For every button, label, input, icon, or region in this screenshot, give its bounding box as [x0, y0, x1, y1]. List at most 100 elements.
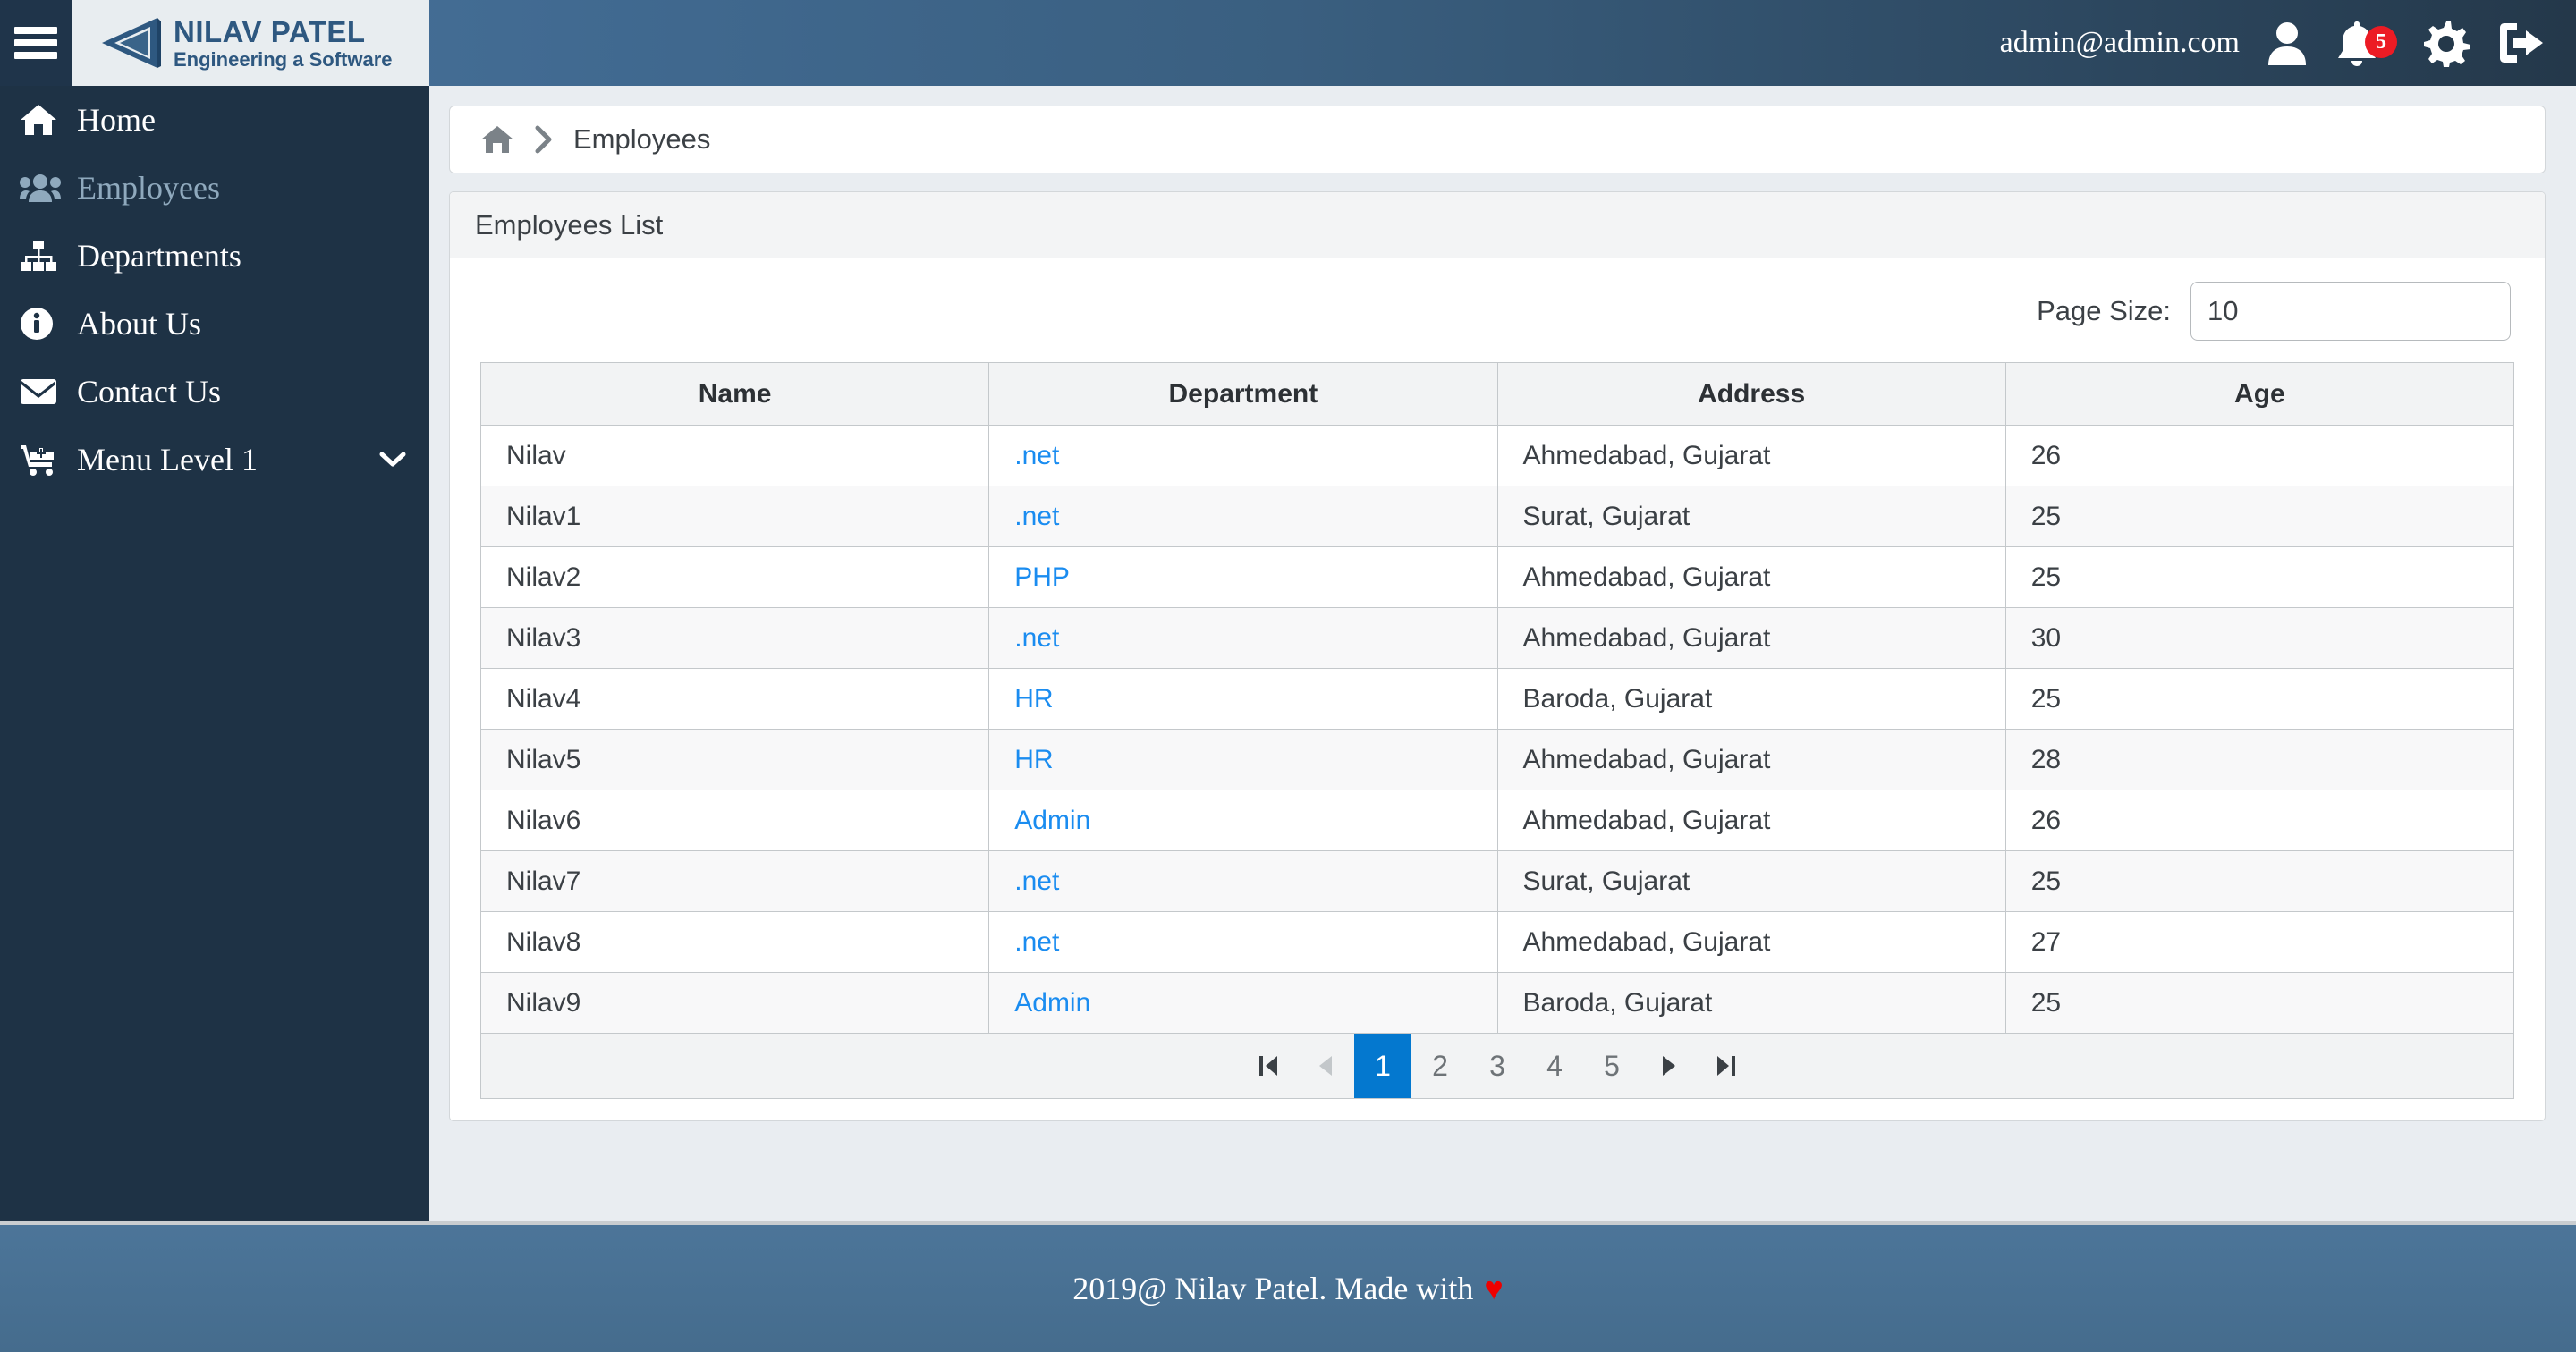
chevron-right-icon [534, 124, 554, 155]
sidebar-item-label: Menu Level 1 [66, 441, 258, 478]
page-size-input[interactable] [2190, 282, 2511, 341]
table-row[interactable]: Nilav9 Admin Baroda, Gujarat 25 [481, 973, 2514, 1034]
sidebar-item-label: Departments [66, 237, 242, 275]
page-title: Employees List [475, 209, 663, 241]
cell-department: .net [989, 426, 1497, 486]
top-bar-actions: admin@admin.com 5 [2000, 0, 2576, 86]
page-button-2[interactable]: 2 [1411, 1034, 1469, 1098]
cell-address: Surat, Gujarat [1497, 486, 2005, 547]
cell-age: 25 [2005, 669, 2513, 730]
gear-icon[interactable] [2422, 19, 2470, 67]
table-row[interactable]: Nilav8 .net Ahmedabad, Gujarat 27 [481, 912, 2514, 973]
last-page-icon[interactable] [1698, 1034, 1755, 1098]
cell-name: Nilav1 [481, 486, 989, 547]
department-link[interactable]: PHP [1014, 562, 1070, 592]
department-link[interactable]: HR [1014, 745, 1053, 774]
cell-department: .net [989, 608, 1497, 669]
sidebar-item-label: Contact Us [66, 373, 221, 410]
prev-page-icon[interactable] [1297, 1034, 1354, 1098]
breadcrumb: Employees [449, 106, 2546, 173]
page-size-control: Page Size: [480, 282, 2514, 341]
sidebar-item-about-us[interactable]: About Us [0, 290, 429, 358]
first-page-icon[interactable] [1240, 1034, 1297, 1098]
cell-age: 27 [2005, 912, 2513, 973]
table-row[interactable]: Nilav5 HR Ahmedabad, Gujarat 28 [481, 730, 2514, 790]
column-header-department[interactable]: Department [989, 363, 1497, 426]
cell-department: HR [989, 730, 1497, 790]
logout-icon[interactable] [2494, 19, 2546, 67]
cell-age: 25 [2005, 547, 2513, 608]
cell-age: 25 [2005, 973, 2513, 1034]
department-link[interactable]: HR [1014, 684, 1053, 714]
table-row[interactable]: Nilav7 .net Surat, Gujarat 25 [481, 851, 2514, 912]
cell-name: Nilav6 [481, 790, 989, 851]
sidebar-item-employees[interactable]: Employees [0, 154, 429, 222]
page-button-4[interactable]: 4 [1526, 1034, 1583, 1098]
cell-age: 26 [2005, 790, 2513, 851]
sidebar-item-departments[interactable]: Departments [0, 222, 429, 290]
cell-age: 30 [2005, 608, 2513, 669]
sitemap-icon [20, 240, 66, 272]
page-size-label: Page Size: [2037, 295, 2171, 327]
department-link[interactable]: .net [1014, 441, 1059, 470]
users-icon [20, 173, 66, 203]
table-footer-row: 1 2 3 4 5 [481, 1034, 2514, 1099]
cell-department: Admin [989, 790, 1497, 851]
department-link[interactable]: .net [1014, 866, 1059, 896]
next-page-icon[interactable] [1640, 1034, 1698, 1098]
sidebar-item-contact-us[interactable]: Contact Us [0, 358, 429, 426]
user-icon[interactable] [2263, 19, 2311, 67]
page-button-5[interactable]: 5 [1583, 1034, 1640, 1098]
cell-age: 26 [2005, 426, 2513, 486]
hamburger-icon [14, 27, 57, 59]
table-row[interactable]: Nilav2 PHP Ahmedabad, Gujarat 25 [481, 547, 2514, 608]
cell-age: 28 [2005, 730, 2513, 790]
cell-address: Ahmedabad, Gujarat [1497, 547, 2005, 608]
cell-department: .net [989, 486, 1497, 547]
cell-name: Nilav3 [481, 608, 989, 669]
table-header: Name Department Address Age [481, 363, 2514, 426]
table-row[interactable]: Nilav3 .net Ahmedabad, Gujarat 30 [481, 608, 2514, 669]
column-header-address[interactable]: Address [1497, 363, 2005, 426]
page-button-1[interactable]: 1 [1354, 1034, 1411, 1098]
cell-name: Nilav5 [481, 730, 989, 790]
cell-name: Nilav9 [481, 973, 989, 1034]
column-header-name[interactable]: Name [481, 363, 989, 426]
breadcrumb-home-icon[interactable] [480, 124, 514, 155]
menu-toggle-button[interactable] [0, 0, 72, 86]
chevron-down-icon[interactable] [379, 451, 406, 469]
sidebar-item-home[interactable]: Home [0, 86, 429, 154]
cell-department: PHP [989, 547, 1497, 608]
cell-age: 25 [2005, 486, 2513, 547]
table-row[interactable]: Nilav4 HR Baroda, Gujarat 25 [481, 669, 2514, 730]
page-button-3[interactable]: 3 [1469, 1034, 1526, 1098]
table-body: Nilav .net Ahmedabad, Gujarat 26 Nilav1 … [481, 426, 2514, 1099]
sidebar-item-menu-level-1[interactable]: Menu Level 1 [0, 426, 429, 494]
department-link[interactable]: .net [1014, 623, 1059, 653]
cell-name: Nilav2 [481, 547, 989, 608]
logo-arrow-icon [95, 16, 161, 70]
table-row[interactable]: Nilav .net Ahmedabad, Gujarat 26 [481, 426, 2514, 486]
sidebar-item-label: Home [66, 101, 156, 139]
top-bar: NILAV PATEL Engineering a Software admin… [0, 0, 2576, 86]
brand-logo[interactable]: NILAV PATEL Engineering a Software [72, 0, 429, 86]
cell-address: Surat, Gujarat [1497, 851, 2005, 912]
cell-address: Ahmedabad, Gujarat [1497, 608, 2005, 669]
table-row[interactable]: Nilav6 Admin Ahmedabad, Gujarat 26 [481, 790, 2514, 851]
logo-title: NILAV PATEL [174, 17, 393, 46]
department-link[interactable]: .net [1014, 502, 1059, 531]
cell-name: Nilav4 [481, 669, 989, 730]
column-header-age[interactable]: Age [2005, 363, 2513, 426]
employees-card: Employees List Page Size: Name Departmen… [449, 191, 2546, 1121]
home-icon [20, 103, 66, 137]
cell-name: Nilav [481, 426, 989, 486]
breadcrumb-current: Employees [573, 123, 710, 156]
table-row[interactable]: Nilav1 .net Surat, Gujarat 25 [481, 486, 2514, 547]
department-link[interactable]: Admin [1014, 806, 1090, 835]
bell-icon[interactable]: 5 [2334, 19, 2379, 67]
department-link[interactable]: Admin [1014, 988, 1090, 1018]
heart-icon: ♥ [1484, 1272, 1503, 1305]
cell-department: HR [989, 669, 1497, 730]
department-link[interactable]: .net [1014, 927, 1059, 957]
main-content: Employees Employees List Page Size: Name… [429, 86, 2576, 1221]
